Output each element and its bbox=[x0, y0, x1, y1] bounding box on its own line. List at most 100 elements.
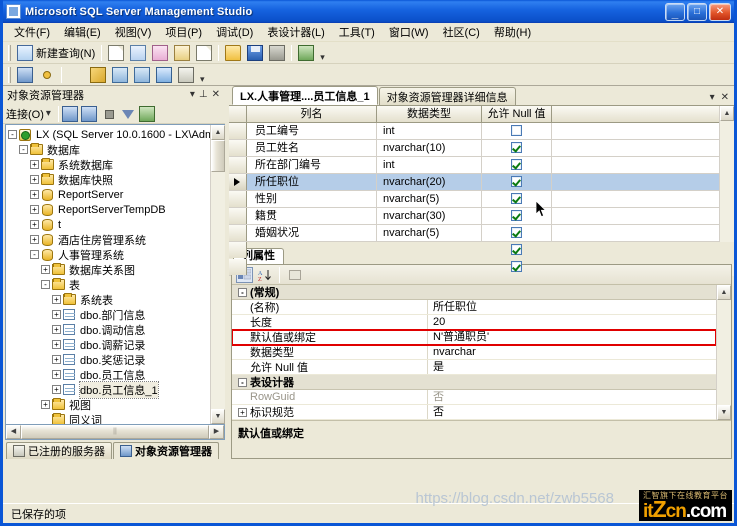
refresh-icon[interactable] bbox=[138, 105, 155, 122]
cell-data-type[interactable]: nvarchar(5) bbox=[377, 191, 482, 207]
toolbar-grip[interactable] bbox=[8, 66, 11, 83]
manage-indexes-button[interactable] bbox=[88, 65, 108, 85]
scroll-up-icon[interactable]: ▲ bbox=[717, 285, 731, 300]
scroll-up-icon[interactable]: ▲ bbox=[720, 106, 734, 121]
tree-node[interactable]: 同义词 bbox=[8, 412, 210, 424]
connect-object-explorer-button[interactable] bbox=[15, 65, 35, 85]
expand-icon[interactable]: + bbox=[30, 190, 39, 199]
property-row[interactable]: 允许 Null 值 是 bbox=[232, 360, 716, 375]
toolbar-grip[interactable] bbox=[8, 44, 11, 61]
new-query-button[interactable]: 新建查询(N) bbox=[15, 43, 97, 63]
row-indicator-cell[interactable] bbox=[229, 208, 247, 224]
menu-file[interactable]: 文件(F) bbox=[7, 22, 57, 42]
tree-node[interactable]: + ReportServerTempDB bbox=[8, 202, 210, 217]
menu-table-designer[interactable]: 表设计器(L) bbox=[260, 22, 331, 42]
allow-nulls-checkbox[interactable] bbox=[511, 244, 522, 255]
tree-node[interactable]: + dbo.员工信息_1 bbox=[8, 380, 210, 399]
menu-edit[interactable]: 编辑(E) bbox=[57, 22, 108, 42]
property-row[interactable]: 数据类型 nvarchar bbox=[232, 345, 716, 360]
tree-node[interactable]: - LX (SQL Server 10.0.1600 - LX\Administr bbox=[8, 127, 210, 142]
tree-node[interactable]: - 人事管理系统 bbox=[8, 247, 210, 262]
close-button[interactable]: ✕ bbox=[709, 2, 731, 21]
cell-allow-nulls[interactable] bbox=[482, 225, 552, 241]
table-row[interactable]: 所任职位 nvarchar(20) bbox=[229, 174, 719, 191]
manage-partitions-button[interactable] bbox=[176, 65, 196, 85]
expand-icon[interactable]: + bbox=[30, 175, 39, 184]
collapse-icon[interactable]: - bbox=[30, 250, 39, 259]
property-row[interactable]: 默认值或绑定 N'普通职员' bbox=[232, 329, 716, 346]
expand-icon[interactable]: + bbox=[30, 235, 39, 244]
cell-allow-nulls[interactable] bbox=[482, 191, 552, 207]
expand-icon[interactable]: + bbox=[52, 295, 61, 304]
cell-data-type[interactable]: nvarchar(30) bbox=[377, 208, 482, 224]
menu-debug[interactable]: 调试(D) bbox=[209, 22, 260, 42]
cell-allow-nulls[interactable] bbox=[482, 140, 552, 156]
pin-icon[interactable]: ⊥ bbox=[199, 90, 208, 100]
grid-header-data-type[interactable]: 数据类型 bbox=[377, 106, 482, 122]
property-group-row[interactable]: - (常规) bbox=[232, 285, 716, 300]
manage-fulltext-index-button[interactable] bbox=[110, 65, 130, 85]
grid-header-column-name[interactable]: 列名 bbox=[247, 106, 377, 122]
property-grid[interactable]: - (常规) (名称) 所任职位 长度 20 默认值或绑定 N'普通职员' 数据类型 nvarch… bbox=[232, 285, 716, 420]
tree-node[interactable]: - 数据库 bbox=[8, 142, 210, 157]
chevron-down-icon[interactable]: ▾ bbox=[190, 90, 195, 100]
new-document-button[interactable] bbox=[106, 43, 126, 63]
tree-node[interactable]: + dbo.奖惩记录 bbox=[8, 352, 210, 367]
expand-icon[interactable]: + bbox=[30, 220, 39, 229]
expand-icon[interactable]: + bbox=[30, 205, 39, 214]
alphabetical-sort-icon[interactable]: A Z bbox=[256, 267, 273, 283]
manage-check-constraints-button[interactable] bbox=[154, 65, 174, 85]
xml-query-button[interactable] bbox=[194, 43, 214, 63]
expand-icon[interactable]: + bbox=[52, 385, 61, 394]
allow-nulls-checkbox[interactable] bbox=[511, 193, 522, 204]
cell-column-name[interactable]: 员工编号 bbox=[247, 123, 377, 139]
cell-data-type[interactable]: int bbox=[377, 123, 482, 139]
expand-icon[interactable]: + bbox=[30, 160, 39, 169]
row-indicator-cell[interactable] bbox=[229, 174, 247, 190]
property-value-cell[interactable]: 否 bbox=[428, 405, 716, 419]
expand-icon[interactable]: + bbox=[238, 407, 247, 417]
expand-icon[interactable]: + bbox=[41, 400, 50, 409]
save-button[interactable] bbox=[245, 43, 265, 63]
cell-data-type[interactable]: nvarchar(20) bbox=[377, 174, 482, 190]
property-pages-icon[interactable] bbox=[286, 267, 303, 283]
cell-allow-nulls[interactable] bbox=[482, 123, 552, 139]
table-row[interactable]: 籍贯 nvarchar(30) bbox=[229, 208, 719, 225]
close-icon[interactable]: ✕ bbox=[721, 93, 729, 103]
row-indicator-cell[interactable] bbox=[229, 140, 247, 156]
tree-node[interactable]: + t bbox=[8, 217, 210, 232]
toolbar-overflow-button[interactable]: ▾ bbox=[197, 74, 208, 85]
tree-node[interactable]: + dbo.员工信息 bbox=[8, 367, 210, 382]
tree-node[interactable]: + ReportServer bbox=[8, 187, 210, 202]
row-indicator-cell[interactable] bbox=[229, 157, 247, 173]
toolbar-overflow-button[interactable]: ▾ bbox=[317, 52, 328, 63]
tree-node[interactable]: + 系统表 bbox=[8, 292, 210, 307]
property-row[interactable]: + 标识规范否 bbox=[232, 405, 716, 420]
menu-help[interactable]: 帮助(H) bbox=[487, 22, 538, 42]
cell-column-name[interactable]: 所任职位 bbox=[247, 174, 377, 190]
object-explorer-hscrollbar[interactable]: ◀ ▶ bbox=[5, 425, 225, 440]
table-row[interactable]: 婚姻状况 nvarchar(5) bbox=[229, 225, 719, 242]
property-row[interactable]: RowGuid 否 bbox=[232, 390, 716, 405]
scroll-down-icon[interactable]: ▼ bbox=[211, 409, 225, 424]
allow-nulls-checkbox[interactable] bbox=[511, 261, 522, 272]
cell-column-name[interactable]: 性别 bbox=[247, 191, 377, 207]
tree-node[interactable]: + 数据库关系图 bbox=[8, 262, 210, 277]
cell-data-type[interactable]: nvarchar(10) bbox=[377, 140, 482, 156]
sql-script-button[interactable] bbox=[296, 43, 316, 63]
tree-node[interactable]: + dbo.调动信息 bbox=[8, 322, 210, 337]
expand-icon[interactable]: + bbox=[52, 355, 61, 364]
tree-node[interactable]: + 数据库快照 bbox=[8, 172, 210, 187]
cell-column-name[interactable]: 所在部门编号 bbox=[247, 157, 377, 173]
collapse-icon[interactable]: - bbox=[19, 145, 28, 154]
property-value-cell[interactable]: 是 bbox=[428, 360, 716, 374]
table-row[interactable]: 性别 nvarchar(5) bbox=[229, 191, 719, 208]
cell-allow-nulls[interactable] bbox=[482, 208, 552, 224]
print-button[interactable] bbox=[267, 43, 287, 63]
property-value-cell[interactable]: N'普通职员' bbox=[428, 330, 716, 344]
dmx-query-button[interactable] bbox=[172, 43, 192, 63]
collapse-icon[interactable]: - bbox=[238, 287, 247, 297]
tree-node[interactable]: + dbo.调薪记录 bbox=[8, 337, 210, 352]
property-row[interactable]: (名称) 所任职位 bbox=[232, 300, 716, 315]
document-tab-table-designer[interactable]: LX.人事管理....员工信息_1 bbox=[232, 86, 378, 105]
